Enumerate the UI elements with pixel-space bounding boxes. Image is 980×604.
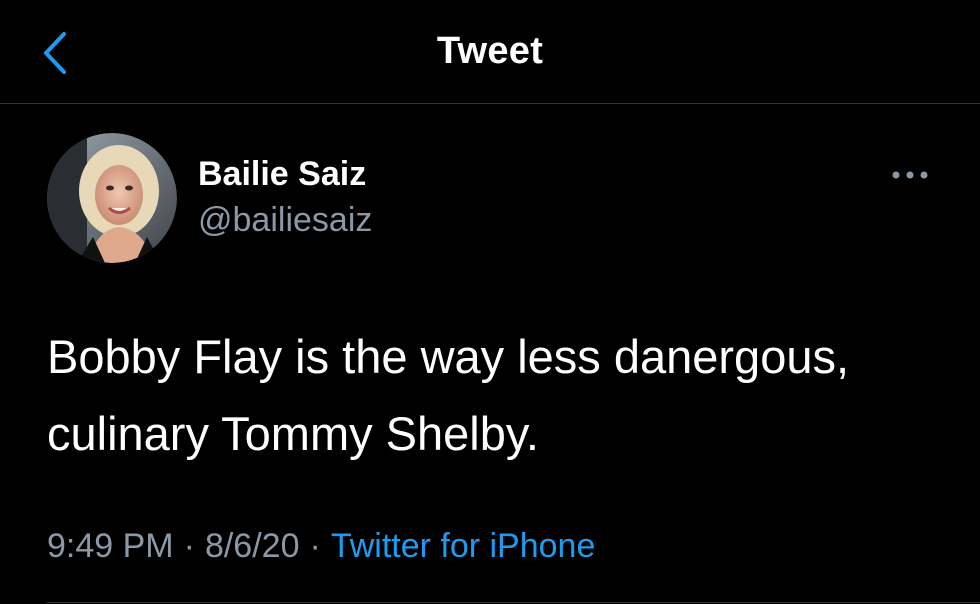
avatar[interactable]	[47, 133, 177, 263]
tweet-source-link[interactable]: Twitter for iPhone	[331, 527, 596, 565]
tweet-meta: 9:49 PM · 8/6/20 · Twitter for iPhone	[47, 527, 595, 566]
more-horizontal-icon	[892, 171, 928, 179]
avatar-image	[47, 133, 177, 263]
page-title: Tweet	[436, 30, 544, 72]
tweet-text: Bobby Flay is the way less danergous, cu…	[47, 330, 850, 460]
separator: ·	[183, 527, 195, 565]
divider	[47, 602, 980, 603]
top-nav-bar: Tweet	[0, 0, 980, 104]
tweet-date: 8/6/20	[204, 527, 300, 565]
author-name[interactable]: Bailie Saiz	[198, 155, 366, 194]
separator: ·	[309, 527, 321, 565]
tweet-detail-screen: Tweet Bailie Saiz @bailiesaiz Bobby Flay…	[0, 0, 980, 604]
tweet-time: 9:49 PM	[47, 527, 174, 565]
author-handle[interactable]: @bailiesaiz	[198, 201, 372, 240]
more-button[interactable]	[884, 160, 936, 190]
